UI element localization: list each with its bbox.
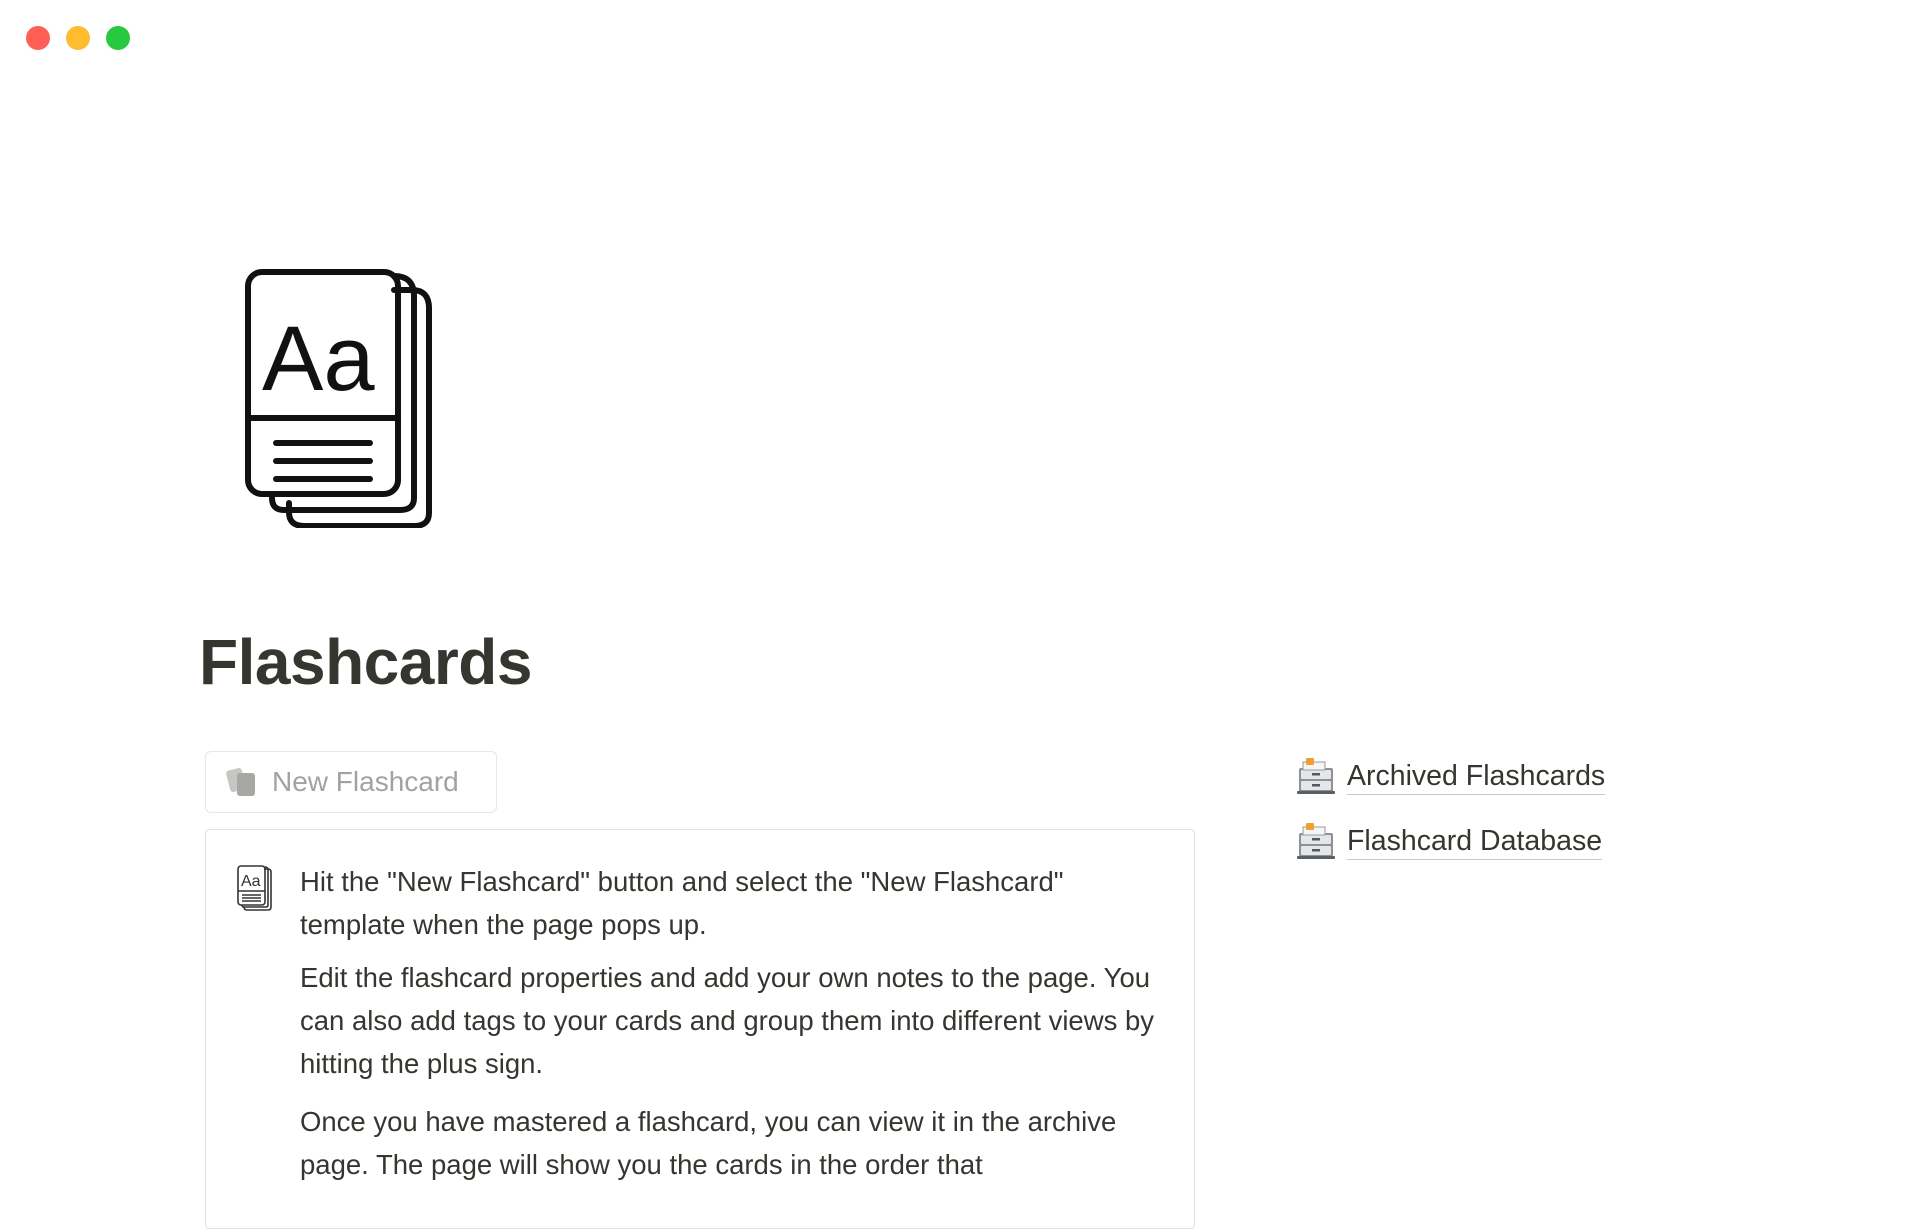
archived-flashcards-link[interactable]: Archived Flashcards [1295,752,1606,800]
new-flashcard-label: New Flashcard [272,766,459,797]
cards-icon [226,766,258,798]
file-cabinet-icon [1295,756,1337,796]
close-window-button[interactable] [26,26,50,50]
callout-text: Hit the "New Flashcard" button and selec… [300,860,1170,1186]
book-aa-icon[interactable]: Aa [244,268,444,529]
file-cabinet-icon [1295,821,1337,861]
linked-pages: Archived Flashcards Flashcard Database [1295,752,1606,882]
flashcard-database-label: Flashcard Database [1347,823,1603,860]
book-aa-icon: Aa [237,865,273,911]
svg-text:Aa: Aa [262,308,375,410]
flashcard-database-link[interactable]: Flashcard Database [1295,817,1605,865]
callout-paragraph[interactable]: Edit the flashcard properties and add yo… [300,956,1170,1085]
new-flashcard-button[interactable]: New Flashcard [205,751,497,813]
page-title[interactable]: Flashcards [199,620,532,704]
zoom-window-button[interactable] [106,26,130,50]
minimize-window-button[interactable] [66,26,90,50]
instructions-callout: Aa Hit the "New Flashcard" button and se… [205,829,1195,1229]
window-controls [26,26,130,50]
archived-flashcards-label: Archived Flashcards [1347,758,1606,795]
svg-text:Aa: Aa [241,873,261,890]
callout-paragraph[interactable]: Hit the "New Flashcard" button and selec… [300,860,1170,946]
callout-paragraph[interactable]: Once you have mastered a flashcard, you … [300,1100,1170,1186]
